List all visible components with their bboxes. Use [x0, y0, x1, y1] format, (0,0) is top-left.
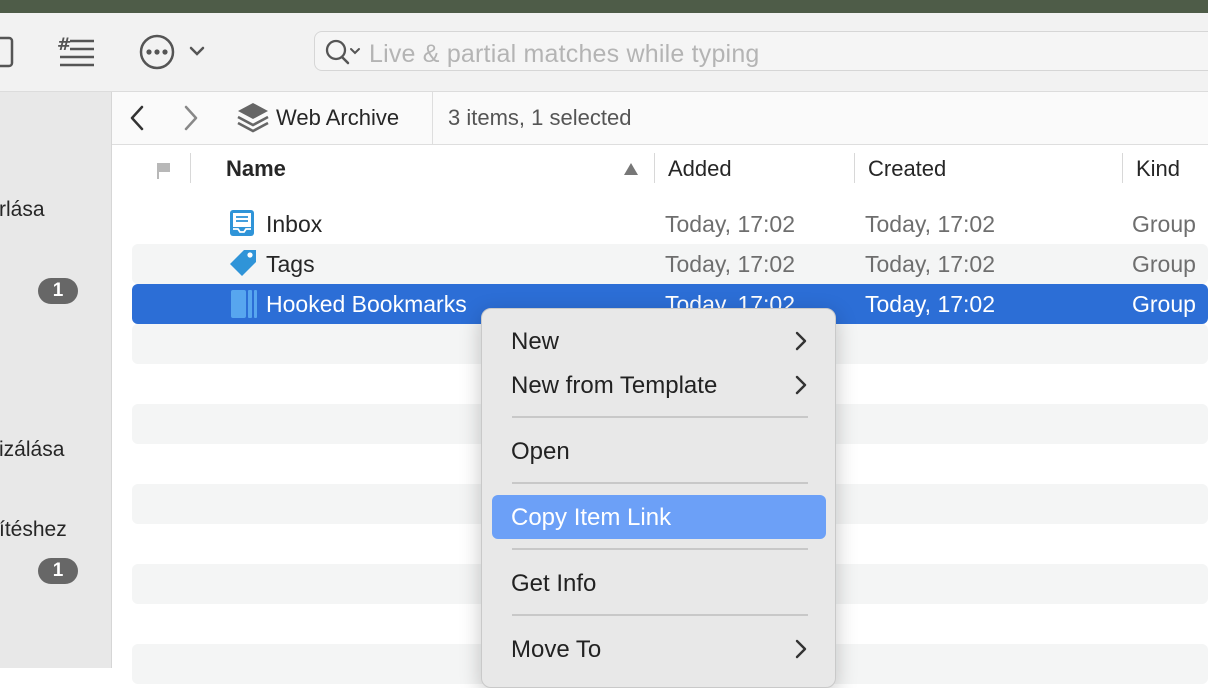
- column-added[interactable]: Added: [668, 156, 732, 182]
- selection-status: 3 items, 1 selected: [448, 105, 632, 130]
- column-kind[interactable]: Kind: [1136, 156, 1180, 182]
- row-name: Inbox: [266, 211, 323, 237]
- sidebar-toggle-icon[interactable]: [0, 35, 16, 69]
- path-bar: Web Archive 3 items, 1 selected: [112, 92, 1208, 145]
- tag-list-icon[interactable]: #: [56, 33, 96, 69]
- inbox-icon: [230, 210, 254, 236]
- sort-ascending-icon[interactable]: [622, 161, 640, 177]
- menu-item-label: New: [511, 328, 560, 355]
- table-row[interactable]: Inbox Today, 17:02 Today, 17:02 Group: [132, 204, 1208, 244]
- menu-item-new-from-template[interactable]: New from Template: [492, 363, 826, 407]
- location-title[interactable]: Web Archive: [276, 105, 399, 131]
- menu-item-open[interactable]: Open: [492, 429, 826, 473]
- column-divider[interactable]: [1122, 153, 1123, 183]
- row-created: Today, 17:02: [865, 291, 996, 317]
- menu-separator: [512, 416, 808, 418]
- flag-column-icon[interactable]: [156, 161, 172, 181]
- row-name: Hooked Bookmarks: [266, 291, 467, 317]
- column-header: Name Added Created Kind: [112, 145, 1208, 195]
- back-icon[interactable]: [126, 104, 148, 132]
- svg-text:#: #: [57, 35, 71, 55]
- window-title-strip: [0, 0, 1208, 13]
- row-kind: Group: [1132, 211, 1196, 237]
- tag-icon: [230, 250, 256, 276]
- menu-separator: [512, 614, 808, 616]
- row-kind: Group: [1132, 251, 1196, 277]
- column-divider[interactable]: [190, 153, 191, 183]
- column-name[interactable]: Name: [226, 156, 286, 182]
- search-placeholder[interactable]: Live & partial matches while typing: [369, 40, 760, 69]
- sidebar: rlása 1 izálása ítéshez 1: [0, 92, 112, 668]
- search-field[interactable]: Live & partial matches while typing: [314, 31, 1208, 71]
- unread-badge: 1: [38, 558, 78, 584]
- search-icon: [325, 39, 360, 65]
- forward-icon[interactable]: [180, 104, 202, 132]
- menu-item-copy-item-link[interactable]: Copy Item Link: [492, 495, 826, 539]
- menu-separator: [512, 482, 808, 484]
- row-created: Today, 17:02: [865, 211, 996, 237]
- menu-item-get-info[interactable]: Get Info: [492, 561, 826, 605]
- menu-item-label: New from Template: [511, 372, 718, 399]
- row-kind: Group: [1132, 291, 1196, 317]
- table-row[interactable]: Tags Today, 17:02 Today, 17:02 Group: [132, 244, 1208, 284]
- menu-separator: [512, 548, 808, 550]
- column-created[interactable]: Created: [868, 156, 946, 182]
- context-menu: New New from Template Open Copy Item Lin…: [481, 308, 836, 688]
- sidebar-item-label[interactable]: rlása: [0, 198, 45, 222]
- chevron-right-icon: [795, 331, 807, 351]
- menu-item-label: Move To: [511, 636, 602, 663]
- row-name: Tags: [266, 251, 315, 277]
- more-actions-icon[interactable]: [138, 33, 212, 71]
- divider: [432, 92, 433, 144]
- group-icon: [231, 290, 257, 318]
- toolbar: # Live & partial matches while typing: [0, 13, 1208, 92]
- menu-item-move-to[interactable]: Move To: [492, 627, 826, 671]
- sidebar-item-label[interactable]: izálása: [0, 438, 64, 462]
- row-created: Today, 17:02: [865, 251, 996, 277]
- unread-badge: 1: [38, 278, 78, 304]
- menu-item-label: Open: [511, 438, 570, 465]
- row-added: Today, 17:02: [665, 251, 796, 277]
- menu-item-new[interactable]: New: [492, 319, 826, 363]
- column-divider[interactable]: [854, 153, 855, 183]
- database-stack-icon: [237, 103, 269, 133]
- row-added: Today, 17:02: [665, 211, 796, 237]
- sidebar-item-label[interactable]: ítéshez: [0, 518, 67, 542]
- chevron-right-icon: [795, 639, 807, 659]
- chevron-right-icon: [795, 375, 807, 395]
- menu-item-label: Get Info: [511, 570, 597, 597]
- column-divider[interactable]: [654, 153, 655, 183]
- menu-item-label: Copy Item Link: [511, 504, 672, 531]
